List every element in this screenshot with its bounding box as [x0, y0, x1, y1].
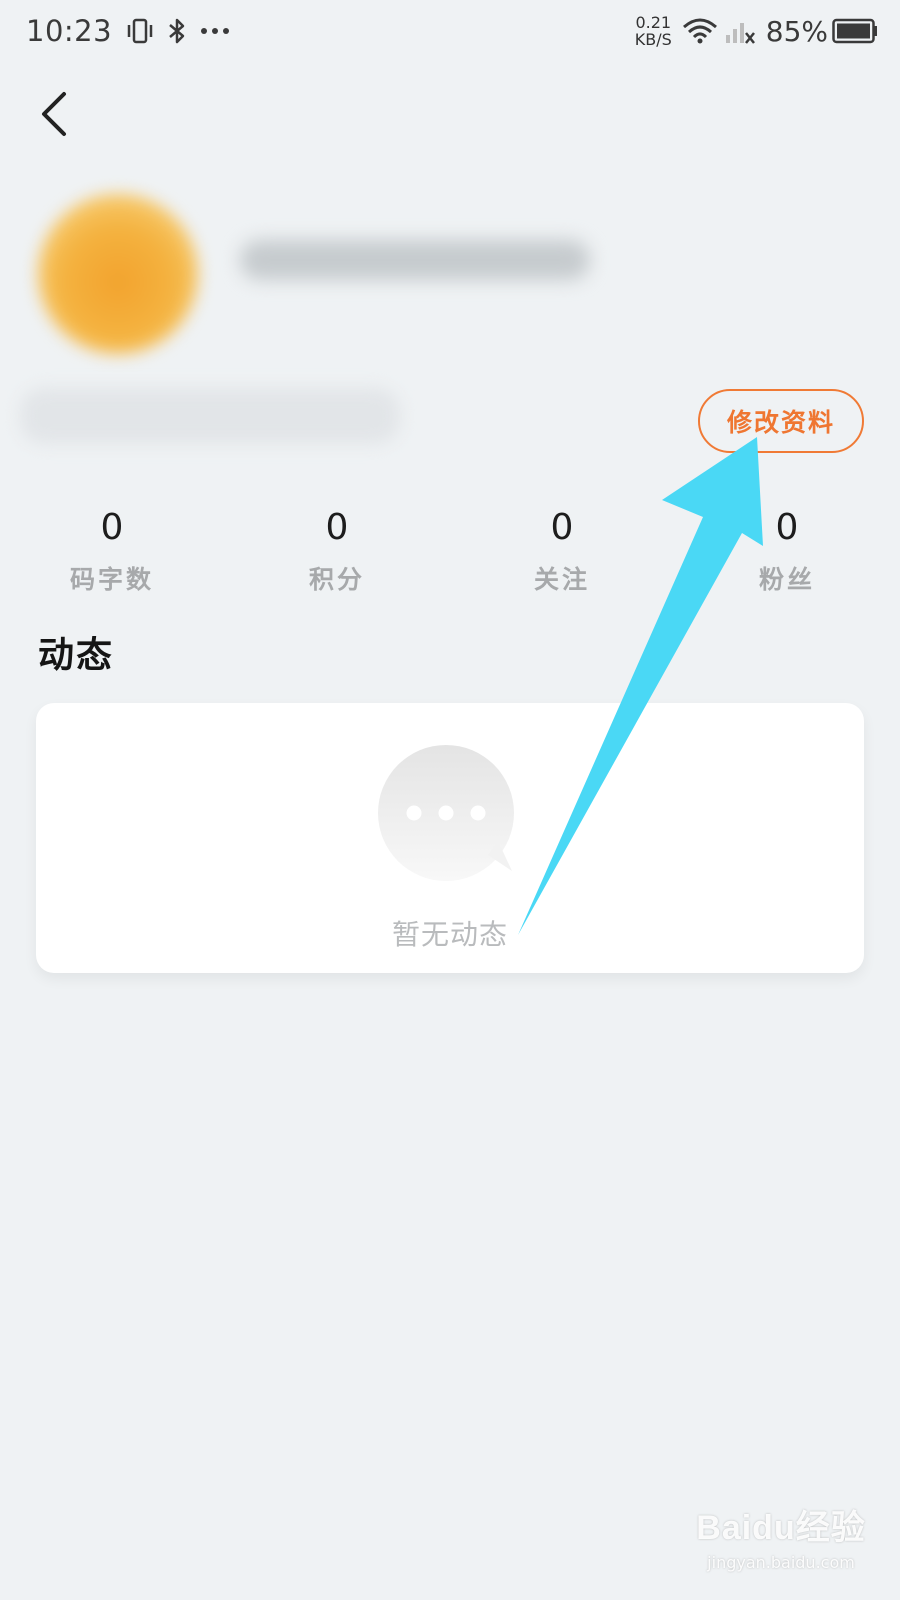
wifi-icon	[682, 17, 718, 45]
battery-icon	[832, 18, 878, 44]
stat-word-count[interactable]: 0 码字数	[22, 500, 202, 596]
back-button[interactable]	[30, 88, 78, 140]
watermark-logo: Baidu经验	[696, 1509, 866, 1547]
network-speed: 0.21 KB/S	[635, 14, 672, 48]
stats-row: 0 码字数 0 积分 0 关注 0 粉丝	[0, 500, 900, 610]
stat-label: 码字数	[69, 565, 154, 594]
chat-bubble-icon	[378, 745, 514, 881]
stat-value: 0	[550, 507, 574, 548]
network-speed-value: 0.21	[635, 13, 672, 32]
stat-value: 0	[325, 507, 349, 548]
stat-points[interactable]: 0 积分	[247, 500, 427, 596]
chevron-left-icon	[42, 92, 66, 136]
stat-followers[interactable]: 0 粉丝	[697, 500, 877, 596]
stat-label: 粉丝	[758, 565, 815, 594]
stat-following[interactable]: 0 关注	[472, 500, 652, 596]
feed-section-title: 动态	[38, 634, 115, 676]
status-time: 10:23	[26, 14, 113, 48]
baidu-watermark: Baidu经验 jingyan.baidu.com	[686, 1500, 876, 1590]
stat-value: 0	[100, 507, 124, 548]
feed-empty-card: 暂无动态	[36, 703, 864, 973]
more-dots-icon	[200, 26, 230, 36]
profile-header	[0, 180, 610, 470]
bluetooth-icon	[166, 17, 188, 45]
stat-label: 关注	[533, 565, 590, 594]
stat-value: 0	[775, 507, 799, 548]
network-speed-unit: KB/S	[634, 30, 672, 49]
bio-blurred	[20, 388, 400, 444]
stat-label: 积分	[308, 565, 365, 594]
empty-feed-text: 暂无动态	[391, 918, 508, 951]
watermark-url: jingyan.baidu.com	[707, 1553, 855, 1572]
signal-icon	[724, 17, 756, 45]
profile-screen: 10:23 0.21 KB/S 85% 修改资料 0 码字数 0 积分 0 关注…	[0, 0, 900, 1600]
battery-percent: 85%	[765, 14, 828, 48]
vibrate-icon	[126, 17, 154, 45]
edit-profile-button[interactable]: 修改资料	[698, 389, 864, 453]
username-blurred	[240, 240, 590, 280]
avatar[interactable]	[38, 194, 198, 354]
status-bar: 10:23 0.21 KB/S 85%	[0, 0, 900, 62]
